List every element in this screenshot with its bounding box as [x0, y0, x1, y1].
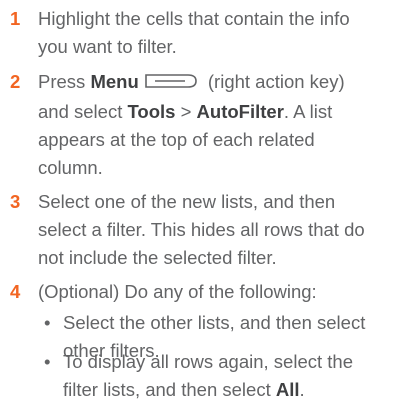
step-line: column. — [38, 157, 103, 178]
step-number: 3 — [10, 191, 21, 212]
step-text-run: Press — [38, 71, 91, 92]
autofilter-label: AutoFilter — [196, 101, 284, 122]
bullet-text: To display all rows again, select the fi… — [63, 348, 408, 404]
step-text: (Optional) Do any of the following: — [38, 278, 408, 306]
step-number: 1 — [10, 8, 21, 29]
step-line: appears at the top of each related — [38, 129, 315, 150]
step-line: Select one of the new lists, and then — [38, 191, 336, 212]
step-number: 4 — [10, 281, 21, 302]
all-label: All — [275, 379, 300, 400]
step-text-run: (right action key) — [202, 71, 345, 92]
step-text-run: . A list — [283, 101, 333, 122]
instruction-list: 1 Highlight the cells that contain the i… — [0, 0, 412, 405]
step-line: Highlight the cells that contain the inf… — [38, 8, 350, 29]
bullet-text-run: filter lists, and then select — [63, 379, 276, 400]
tools-label: Tools — [127, 101, 176, 122]
menu-key-icon — [143, 70, 199, 98]
step-line: Press Menu (right action key) — [38, 68, 408, 98]
step-text: Highlight the cells that contain the inf… — [38, 5, 408, 61]
menu-label: Menu — [90, 71, 139, 92]
step-text: Press Menu (right action key) and select… — [38, 68, 408, 182]
step-line: and select Tools > AutoFilter. A list — [38, 98, 408, 126]
step-line: you want to filter. — [38, 36, 177, 57]
bullet-text-run: . — [299, 379, 305, 400]
step-text: Select one of the new lists, and then se… — [38, 188, 408, 272]
step-text-run: > — [175, 101, 197, 122]
bullet-line: To display all rows again, select the — [63, 351, 353, 372]
bullet-icon: • — [44, 351, 51, 372]
step-line: (Optional) Do any of the following: — [38, 281, 317, 302]
step-line: select a filter. This hides all rows tha… — [38, 219, 365, 240]
step-text-run: and select — [38, 101, 128, 122]
bullet-line: Select the other lists, and then select — [63, 312, 366, 333]
step-line: not include the selected filter. — [38, 247, 277, 268]
step-number: 2 — [10, 71, 21, 92]
bullet-line: filter lists, and then select All. — [63, 376, 408, 404]
bullet-icon: • — [44, 312, 51, 333]
